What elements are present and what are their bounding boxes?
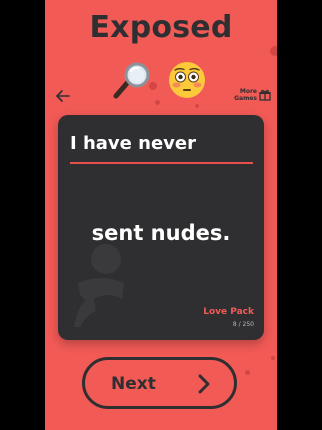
- card-heading: I have never: [70, 133, 196, 154]
- card-progress: 8 / 250: [232, 321, 254, 328]
- card-statement: sent nudes.: [91, 221, 231, 245]
- app-title: Exposed: [89, 10, 233, 45]
- back-arrow-icon[interactable]: [55, 88, 71, 104]
- chevron-right-icon: [198, 374, 210, 394]
- background-bubble: [195, 104, 199, 108]
- app-panel: Exposed More Games I have never sent nud…: [45, 0, 277, 430]
- more-games-label: More Games: [234, 88, 257, 102]
- card-divider: [70, 162, 253, 164]
- magnifying-glass-icon: [113, 62, 150, 99]
- app-screen: Exposed More Games I have never sent nud…: [0, 0, 322, 430]
- background-bubble: [271, 356, 275, 360]
- flushed-face-icon: [169, 62, 205, 98]
- background-bubble: [270, 46, 277, 56]
- next-button[interactable]: Next: [82, 357, 237, 409]
- pack-name: Love Pack: [203, 307, 254, 317]
- question-card: I have never sent nudes. Love Pack 8 / 2…: [58, 115, 264, 340]
- watermark-figure-icon: [74, 244, 124, 327]
- more-games-button[interactable]: More Games: [225, 86, 271, 108]
- gift-icon: [259, 89, 271, 101]
- next-label: Next: [111, 374, 156, 394]
- background-bubble: [245, 370, 250, 375]
